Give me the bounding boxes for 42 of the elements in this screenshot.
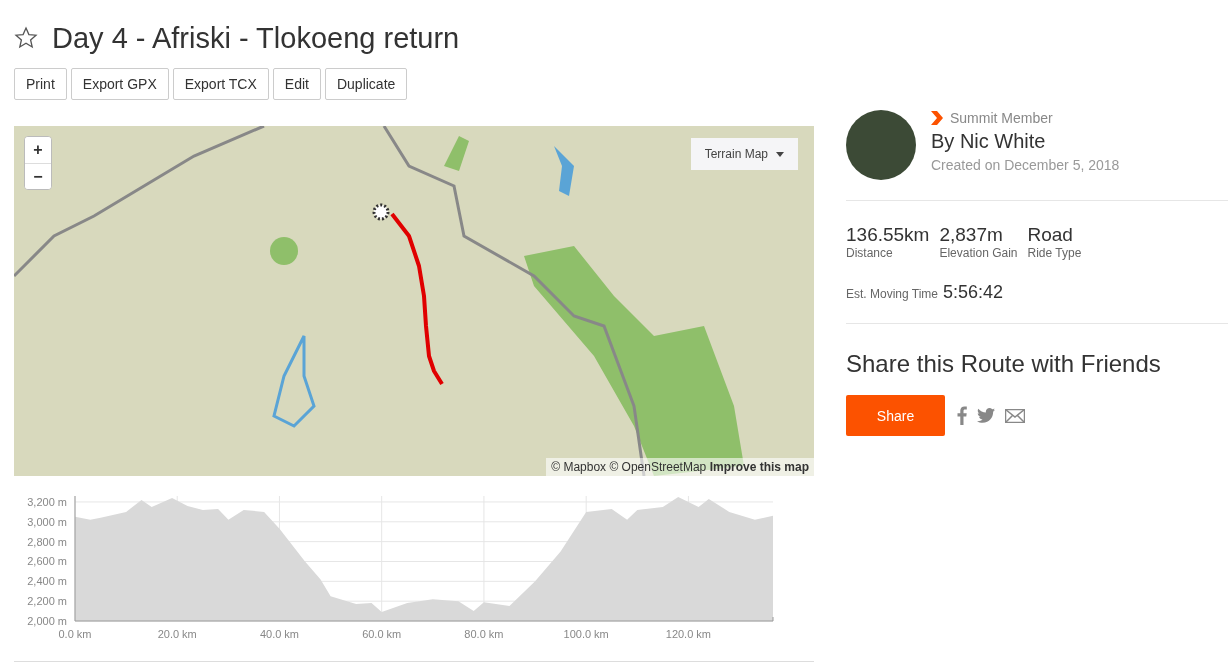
stat-label: Elevation Gain [939, 246, 1018, 260]
mail-icon[interactable] [1005, 408, 1025, 423]
stat-value: Road [1027, 224, 1074, 246]
stat-label: Distance [846, 246, 894, 260]
membership-label: Summit Member [950, 110, 1053, 126]
facebook-icon[interactable] [957, 406, 967, 425]
zoom-out-button[interactable]: − [25, 163, 51, 189]
share-heading: Share this Route with Friends [846, 350, 1162, 378]
route-title: Day 4 - Afriski - Tlokoeng return [52, 21, 460, 55]
stat-value: 5:56:42 [943, 282, 1004, 303]
x-tick-label: 20.0 km [157, 628, 197, 640]
stat-label: Est. Moving Time [846, 287, 939, 301]
y-tick-label: 3,000 m [27, 515, 67, 528]
stat-label: Ride Type [1027, 246, 1082, 260]
x-tick-label: 100.0 km [563, 628, 609, 640]
terrain-map-drawing[interactable] [14, 126, 814, 476]
action-button[interactable]: Export GPX [70, 68, 169, 100]
y-tick-label: 2,800 m [27, 535, 67, 548]
x-tick-label: 0.0 km [58, 628, 92, 640]
y-tick-label: 2,600 m [27, 555, 67, 568]
author-name[interactable]: By Nic White [931, 130, 1120, 153]
x-tick-label: 120.0 km [665, 628, 712, 640]
action-button[interactable]: Edit [272, 68, 321, 100]
y-tick-label: 2,400 m [27, 575, 67, 588]
action-button[interactable]: Duplicate [324, 68, 408, 100]
created-date: Created on December 5, 2018 [931, 157, 1120, 173]
x-tick-label: 40.0 km [259, 628, 300, 640]
action-button[interactable]: Export TCX [172, 68, 269, 100]
y-tick-label: 3,200 m [27, 495, 67, 508]
star-icon[interactable] [14, 26, 38, 50]
chevron-icon [931, 111, 943, 125]
stat-value: 2,837m [939, 224, 1004, 246]
action-button[interactable]: Print [14, 68, 67, 100]
x-tick-label: 60.0 km [362, 628, 402, 640]
twitter-icon[interactable] [977, 408, 995, 423]
y-tick-label: 2,200 m [27, 595, 67, 608]
x-tick-label: 80.0 km [464, 628, 504, 640]
map-attribution: © Mapbox © OpenStreetMap Improve this map [546, 458, 814, 476]
caret-icon [776, 151, 784, 157]
map-layer-dropdown[interactable]: Terrain Map [690, 138, 798, 170]
stat-value: 136.55km [846, 224, 930, 246]
y-tick-label: 2,000 m [27, 615, 67, 627]
